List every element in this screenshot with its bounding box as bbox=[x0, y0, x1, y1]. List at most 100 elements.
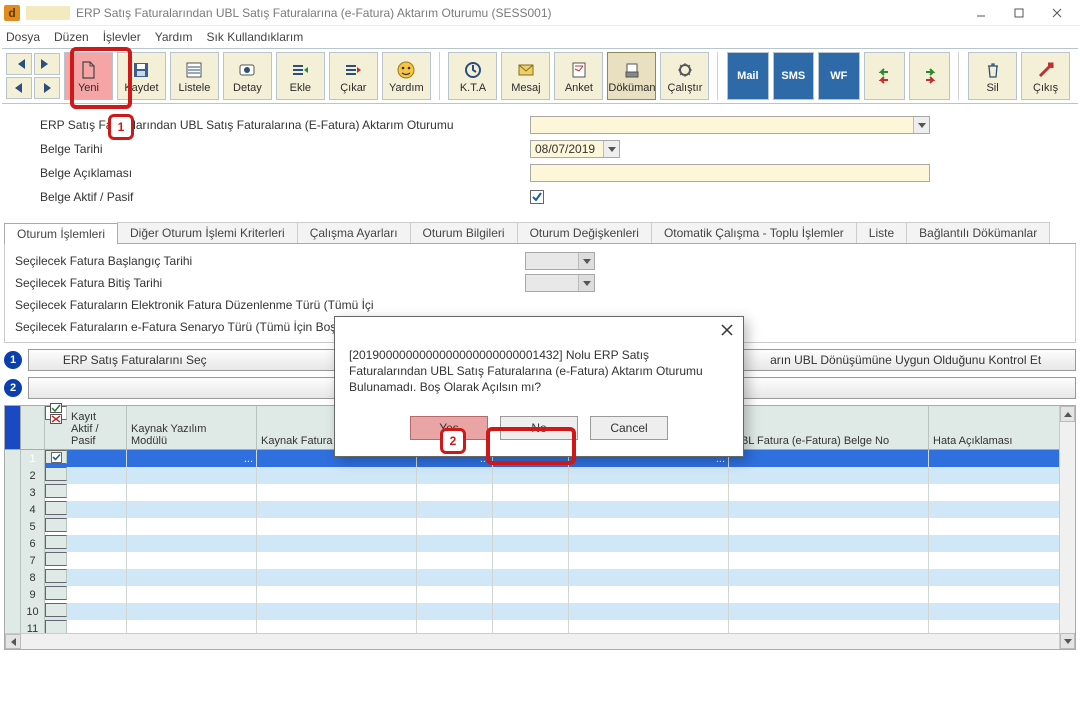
table-row[interactable]: 2 bbox=[5, 467, 1075, 484]
table-row[interactable]: 4 bbox=[5, 501, 1075, 518]
nav-last[interactable] bbox=[34, 53, 60, 75]
document-icon bbox=[621, 59, 643, 81]
kta-label: K.T.A bbox=[460, 82, 486, 94]
field-belge-tarihi[interactable]: 08/07/2019 bbox=[530, 140, 620, 158]
checkbox-belge-aktif[interactable] bbox=[530, 190, 544, 204]
tab-diger-kriterler[interactable]: Diğer Oturum İşlemi Kriterleri bbox=[117, 222, 298, 243]
dialog-no-button[interactable]: No bbox=[500, 416, 578, 440]
dialog-cancel-button[interactable]: Cancel bbox=[590, 416, 668, 440]
col-kayit[interactable]: Kayıt Aktif / Pasif bbox=[67, 406, 127, 449]
tab-liste[interactable]: Liste bbox=[856, 222, 907, 243]
uncheck-all-icon bbox=[50, 414, 62, 424]
sil-button[interactable]: Sil bbox=[968, 52, 1017, 100]
close-button[interactable] bbox=[1038, 1, 1076, 25]
field-belge-aciklamasi[interactable] bbox=[530, 164, 930, 182]
calistir-label: Çalıştır bbox=[668, 82, 703, 94]
remove-row-icon bbox=[342, 59, 364, 81]
anket-label: Anket bbox=[565, 82, 593, 94]
tab-oturum-bilgileri[interactable]: Oturum Bilgileri bbox=[410, 222, 518, 243]
table-row[interactable]: 6 bbox=[5, 535, 1075, 552]
maximize-button[interactable] bbox=[1000, 1, 1038, 25]
combo-bitis[interactable] bbox=[525, 274, 595, 292]
kaydet-button[interactable]: Kaydet bbox=[117, 52, 166, 100]
label-bitis-tarihi: Seçilecek Fatura Bitiş Tarihi bbox=[15, 276, 525, 290]
cikis-label: Çıkış bbox=[1033, 82, 1058, 94]
dialog-close-button[interactable] bbox=[717, 320, 737, 340]
tab-oturum-islemleri[interactable]: Oturum İşlemleri bbox=[4, 223, 118, 244]
dokuman-label: Döküman bbox=[608, 82, 655, 94]
horizontal-scrollbar[interactable] bbox=[5, 633, 1075, 649]
mail-button[interactable]: Mail bbox=[727, 52, 768, 100]
dokuman-button[interactable]: Döküman bbox=[607, 52, 656, 100]
col-kaynak-modul[interactable]: Kaynak Yazılım Modülü bbox=[127, 406, 257, 449]
message-icon bbox=[515, 59, 537, 81]
dialog-yes-button[interactable]: Yes bbox=[410, 416, 488, 440]
listele-label: Listele bbox=[179, 82, 211, 94]
anket-button[interactable]: Anket bbox=[554, 52, 603, 100]
scroll-down[interactable] bbox=[1060, 633, 1075, 649]
table-row[interactable]: 9 bbox=[5, 586, 1075, 603]
wf-button[interactable]: WF bbox=[818, 52, 859, 100]
toolbar: Yeni Kaydet Listele Detay Ekle Çıkar Yar… bbox=[2, 48, 1078, 104]
nav-next[interactable] bbox=[34, 77, 60, 99]
sms-button[interactable]: SMS bbox=[773, 52, 814, 100]
detay-button[interactable]: Detay bbox=[223, 52, 272, 100]
table-row[interactable]: 7 bbox=[5, 552, 1075, 569]
nav-first[interactable] bbox=[6, 53, 32, 75]
tab-strip: Oturum İşlemleri Diğer Oturum İşlemi Kri… bbox=[4, 220, 1076, 244]
table-row[interactable]: 5 bbox=[5, 518, 1075, 535]
vertical-scrollbar[interactable] bbox=[1059, 406, 1075, 649]
table-row[interactable]: 8 bbox=[5, 569, 1075, 586]
grid-corner[interactable] bbox=[5, 406, 21, 449]
calistir-button[interactable]: Çalıştır bbox=[660, 52, 709, 100]
tab-otomatik-calisma[interactable]: Otomatik Çalışma - Toplu İşlemler bbox=[651, 222, 857, 243]
new-document-icon bbox=[77, 59, 99, 81]
tab-calisma-ayarlari[interactable]: Çalışma Ayarları bbox=[297, 222, 411, 243]
menu-dosya[interactable]: Dosya bbox=[6, 30, 40, 44]
belge-tarihi-value: 08/07/2019 bbox=[535, 142, 595, 156]
tab-baglantili-dokumanlar[interactable]: Bağlantılı Dökümanlar bbox=[906, 222, 1050, 243]
survey-icon bbox=[568, 59, 590, 81]
kta-icon bbox=[462, 59, 484, 81]
yeni-button[interactable]: Yeni bbox=[64, 52, 113, 100]
table-row[interactable]: 3 bbox=[5, 484, 1075, 501]
scroll-left[interactable] bbox=[5, 634, 21, 649]
list-icon bbox=[183, 59, 205, 81]
mesaj-button[interactable]: Mesaj bbox=[501, 52, 550, 100]
table-row[interactable]: 10 bbox=[5, 603, 1075, 620]
label-baslangic-tarihi: Seçilecek Fatura Başlangıç Tarihi bbox=[15, 254, 525, 268]
table-row[interactable]: 11 bbox=[5, 620, 1075, 633]
col-hata[interactable]: Hata Açıklaması bbox=[929, 406, 1075, 449]
scroll-up[interactable] bbox=[1060, 406, 1075, 422]
undo-button[interactable] bbox=[864, 52, 905, 100]
combo-oturum[interactable] bbox=[530, 116, 930, 134]
tab-oturum-degiskenleri[interactable]: Oturum Değişkenleri bbox=[517, 222, 652, 243]
menu-bar: Dosya Düzen İşlevler Yardım Sık Kullandı… bbox=[0, 26, 1080, 48]
menu-sik[interactable]: Sık Kullandıklarım bbox=[207, 30, 304, 44]
trash-icon bbox=[982, 59, 1004, 81]
detay-label: Detay bbox=[233, 82, 262, 94]
nav-prev[interactable] bbox=[6, 77, 32, 99]
label-belge-aktif: Belge Aktif / Pasif bbox=[40, 190, 530, 204]
label-efatura-tur: Seçilecek Faturaların Elektronik Fatura … bbox=[15, 298, 525, 312]
run-icon bbox=[674, 59, 696, 81]
cikis-button[interactable]: Çıkış bbox=[1021, 52, 1070, 100]
title-blur bbox=[26, 6, 70, 20]
mesaj-label: Mesaj bbox=[511, 82, 540, 94]
label-row1: ERP Satış Faturalarından UBL Satış Fatur… bbox=[40, 118, 530, 132]
redo-button[interactable] bbox=[909, 52, 950, 100]
add-row-icon bbox=[289, 59, 311, 81]
combo-baslangic[interactable] bbox=[525, 252, 595, 270]
ekle-button[interactable]: Ekle bbox=[276, 52, 325, 100]
listele-button[interactable]: Listele bbox=[170, 52, 219, 100]
menu-yardim[interactable]: Yardım bbox=[155, 30, 193, 44]
kta-button[interactable]: K.T.A bbox=[448, 52, 497, 100]
step-2-num: 2 bbox=[4, 379, 22, 397]
yardim-button[interactable]: Yardım bbox=[382, 52, 431, 100]
cikar-button[interactable]: Çıkar bbox=[329, 52, 378, 100]
menu-duzen[interactable]: Düzen bbox=[54, 30, 89, 44]
minimize-button[interactable] bbox=[962, 1, 1000, 25]
col-check[interactable] bbox=[45, 406, 67, 420]
col-ubl-belge[interactable]: UBL Fatura (e-Fatura) Belge No bbox=[729, 406, 929, 449]
menu-islevler[interactable]: İşlevler bbox=[103, 30, 141, 44]
